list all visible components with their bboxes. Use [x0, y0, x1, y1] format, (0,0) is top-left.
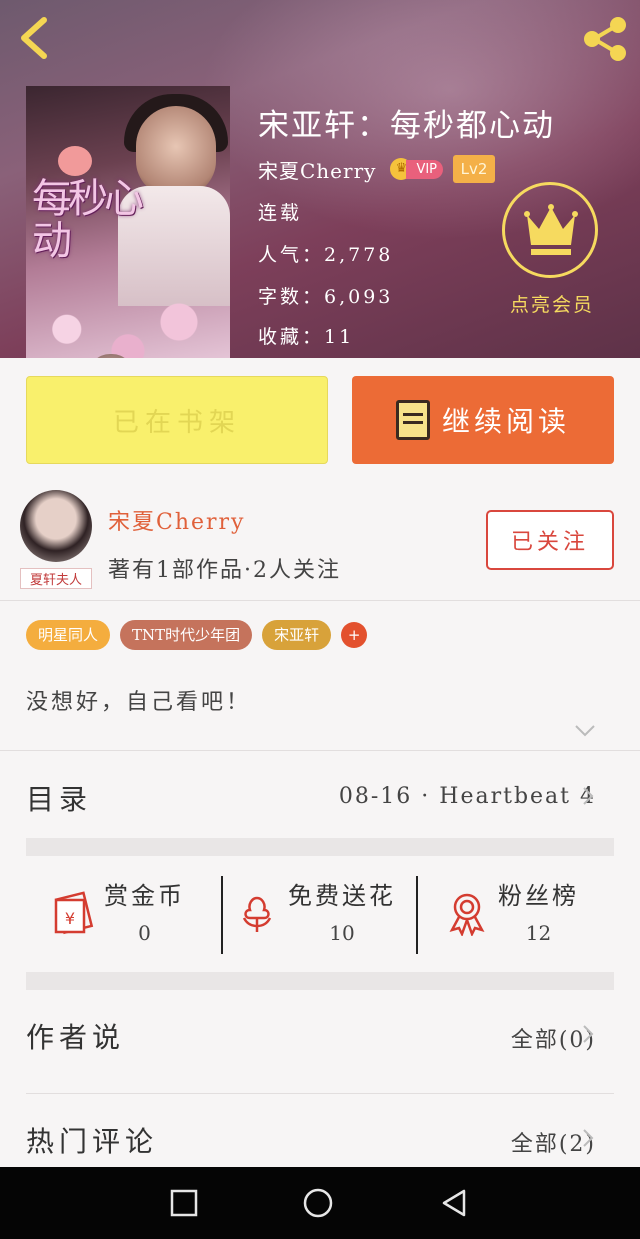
- level-badge: Lv2: [453, 155, 496, 183]
- vip-member-button[interactable]: [502, 182, 598, 278]
- back-nav-icon[interactable]: [438, 1187, 470, 1219]
- book-favorites: 收藏：11: [258, 326, 355, 348]
- toc-latest-chapter: 08-16 · Heartbeat 4: [338, 784, 596, 809]
- author-line: 宋夏Cherry ♛ VIP Lv2: [258, 154, 496, 184]
- book-title: 宋亚轩：每秒都心动: [258, 108, 555, 144]
- add-tag-button[interactable]: +: [341, 622, 368, 648]
- fan-ranking-button[interactable]: 粉丝榜 12: [444, 876, 579, 952]
- follow-button[interactable]: 已关注: [486, 510, 614, 570]
- crown-icon: [524, 204, 578, 255]
- avatar-tag: 夏轩夫人: [20, 568, 92, 589]
- medal-icon: [449, 893, 485, 936]
- back-button[interactable]: [14, 14, 58, 62]
- book-status: 连载: [258, 202, 303, 224]
- book-description: 没想好，自己看吧！: [26, 690, 252, 715]
- red-envelope-icon: ¥: [54, 891, 94, 935]
- divider: [0, 750, 640, 751]
- recent-apps-icon[interactable]: [168, 1187, 200, 1219]
- toc-label: 目录: [26, 783, 93, 816]
- book-cover[interactable]: 每秒心动: [26, 86, 230, 358]
- reward-coins-button[interactable]: ¥ 赏金币 0: [50, 876, 185, 952]
- book-popularity: 人气：2,778: [258, 244, 394, 266]
- tag-item[interactable]: 宋亚轩: [262, 620, 332, 650]
- peach-icon: [58, 146, 92, 176]
- flower-icon: [242, 896, 272, 932]
- chevron-left-icon: [21, 17, 47, 59]
- hot-comments-label: 热门评论: [26, 1125, 159, 1158]
- cover-title: 每秒心动: [32, 176, 144, 264]
- book-author[interactable]: 宋夏Cherry: [258, 155, 376, 184]
- author-avatar[interactable]: [20, 490, 92, 562]
- share-button[interactable]: [580, 16, 630, 62]
- author-says-label: 作者说: [26, 1021, 126, 1054]
- continue-reading-button[interactable]: 继续阅读: [352, 376, 614, 464]
- share-icon: [584, 17, 626, 61]
- vip-badge: ♛ VIP: [390, 158, 444, 180]
- chevron-down-icon[interactable]: [574, 724, 596, 738]
- add-to-shelf-button[interactable]: 已在书架: [26, 376, 328, 464]
- tag-list: 明星同人 TNT时代少年团 宋亚轩 +: [26, 620, 368, 650]
- tag-item[interactable]: 明星同人: [26, 620, 111, 650]
- divider: [0, 600, 640, 601]
- vip-member-label[interactable]: 点亮会员: [500, 290, 604, 317]
- chevron-right-icon: [583, 1025, 594, 1043]
- home-icon[interactable]: [302, 1187, 334, 1219]
- book-header: 每秒心动 宋亚轩：每秒都心动 宋夏Cherry ♛ VIP Lv2 连载 人气：…: [0, 0, 640, 358]
- system-nav-bar: [0, 1167, 640, 1239]
- author-stats: 著有1部作品·2人关注: [108, 558, 341, 583]
- divider: [26, 1093, 614, 1094]
- free-flowers-button[interactable]: 免费送花 10: [234, 876, 396, 952]
- author-name[interactable]: 宋夏Cherry: [108, 504, 245, 536]
- svg-text:¥: ¥: [65, 909, 75, 928]
- book-icon: [395, 400, 430, 440]
- book-word-count: 字数：6,093: [258, 286, 394, 308]
- tag-item[interactable]: TNT时代少年团: [120, 620, 253, 650]
- chevron-right-icon: [583, 787, 594, 805]
- chevron-right-icon: [583, 1129, 594, 1147]
